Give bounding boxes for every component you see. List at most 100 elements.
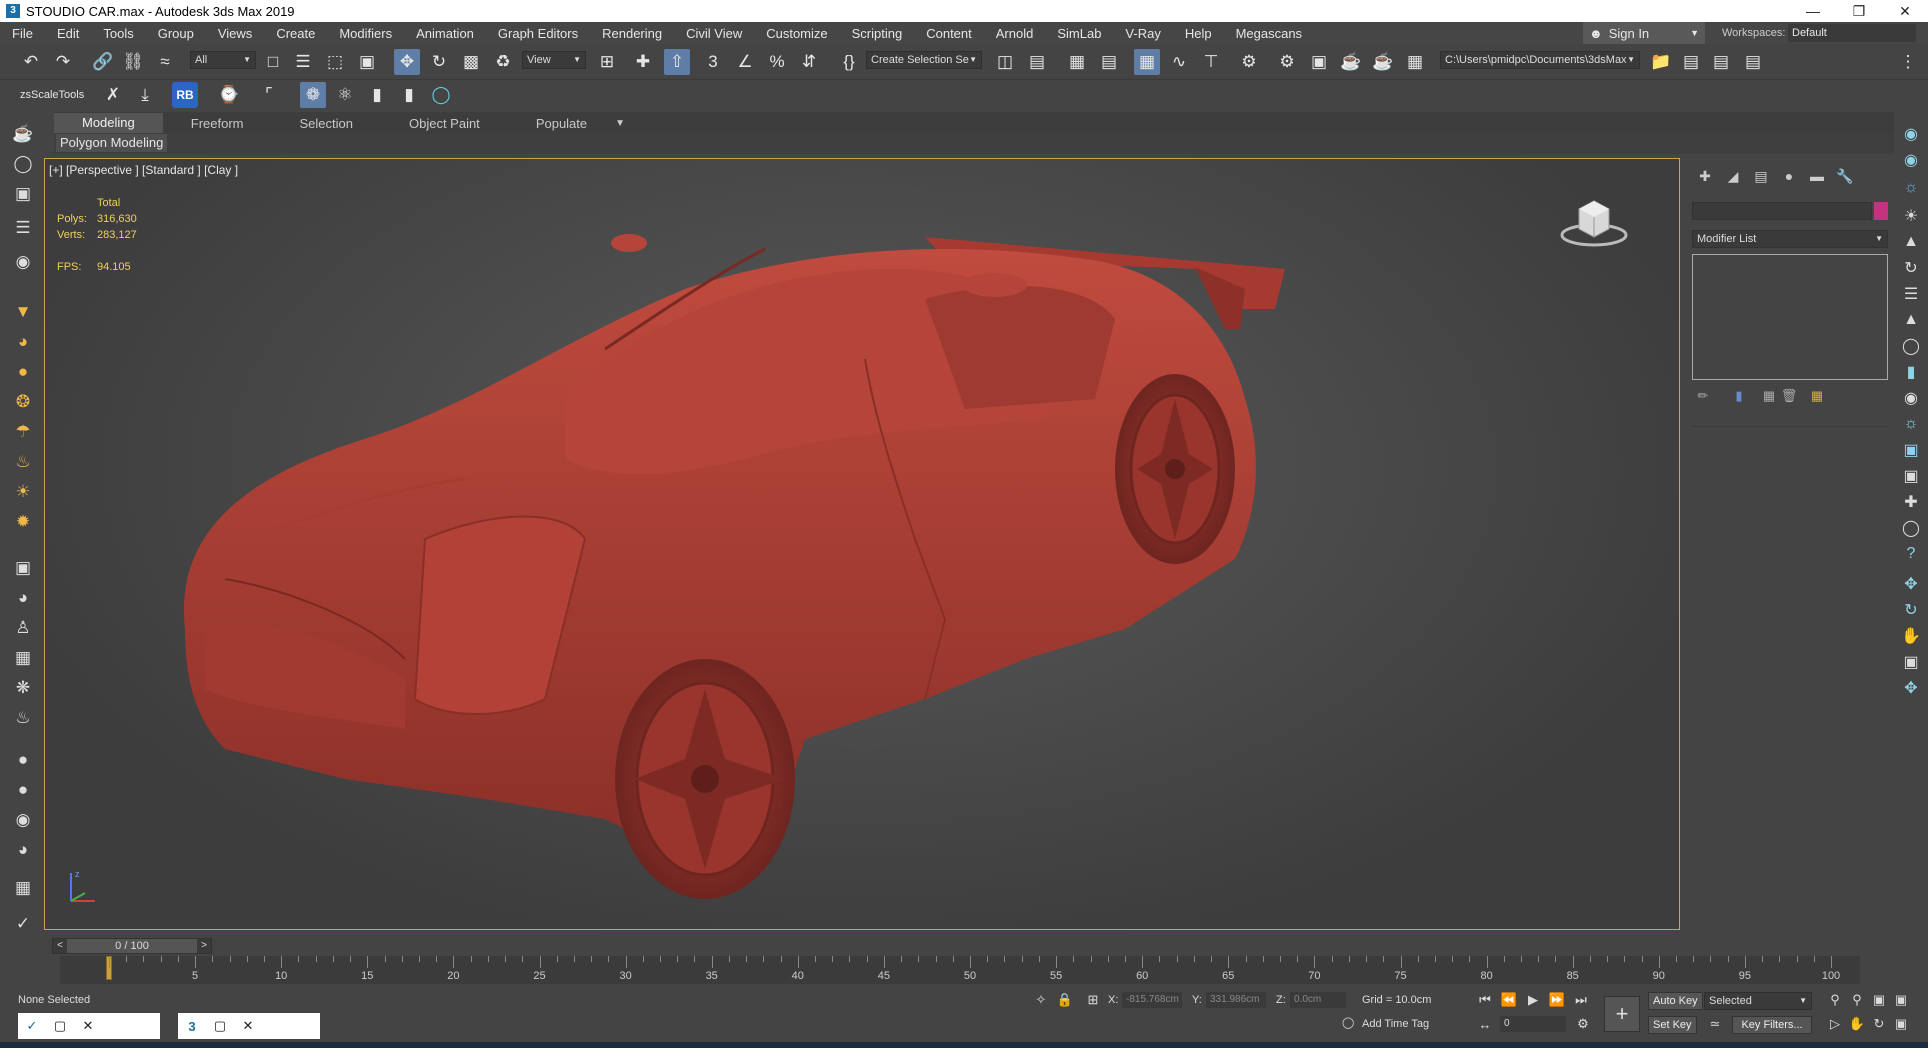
y-coordinate-field[interactable]: 331.986cm <box>1206 992 1266 1008</box>
create-tab-icon[interactable]: ✚ <box>1692 164 1718 188</box>
nav-orbit-icon[interactable]: ↻ <box>1899 598 1923 622</box>
time-tag-icon[interactable]: ◯ <box>1342 1016 1354 1029</box>
fire-icon[interactable]: ▲ <box>1899 308 1923 332</box>
modify-tab-icon[interactable]: ◢ <box>1720 164 1746 188</box>
zoom-all-icon[interactable]: ⚲ <box>1846 990 1868 1010</box>
select-object-icon[interactable]: □ <box>260 49 286 75</box>
map-icon[interactable]: ▦ <box>11 876 35 900</box>
paint-icon[interactable]: ◉ <box>1899 386 1923 410</box>
menu-help[interactable]: Help <box>1173 26 1224 41</box>
nav-pan-icon[interactable]: ✋ <box>1899 624 1923 648</box>
vray-plane-icon[interactable]: ▮ <box>396 82 422 108</box>
tab-freeform[interactable]: Freeform <box>163 116 272 131</box>
flame-icon[interactable]: ♨ <box>11 706 35 730</box>
next-frame-icon[interactable]: ⏩ <box>1546 990 1568 1010</box>
vray-cam-icon[interactable]: ◉ <box>1899 122 1923 146</box>
zoom-icon[interactable]: ⚲ <box>1824 990 1846 1010</box>
zoom-extents-all-icon[interactable]: ▣ <box>1890 990 1912 1010</box>
vray-logo-icon[interactable]: ✓ <box>11 912 35 936</box>
perspective-viewport[interactable]: [+] [Perspective ] [Standard ] [Clay ] T… <box>44 158 1680 930</box>
light-bulb-icon[interactable]: ☼ <box>1899 412 1923 436</box>
menu-civil-view[interactable]: Civil View <box>674 26 754 41</box>
fur-icon[interactable]: ❋ <box>11 676 35 700</box>
nav-walk-icon[interactable]: ✥ <box>1899 676 1923 700</box>
edit-named-selections-icon[interactable]: {} <box>836 49 862 75</box>
close-window-icon[interactable]: ✕ <box>74 1018 102 1034</box>
menu-create[interactable]: Create <box>264 26 327 41</box>
auto-key-button[interactable]: Auto Key <box>1648 992 1703 1010</box>
unlink-icon[interactable]: ⛓ <box>120 49 146 75</box>
camera-icon[interactable]: ◉ <box>11 250 35 274</box>
viewport-layout-2-icon[interactable]: ▤ <box>1708 49 1734 75</box>
restore-window-icon[interactable]: ▢ <box>206 1018 234 1034</box>
render-production-icon[interactable]: ☕ <box>1338 49 1364 75</box>
cone-icon[interactable]: ▲ <box>1899 230 1923 254</box>
make-unique-icon[interactable]: ▦ <box>1760 388 1778 406</box>
sign-in-button[interactable]: ☻ Sign In ▼ <box>1583 22 1705 44</box>
render-iterative-icon[interactable]: ☕ <box>1370 49 1396 75</box>
app-icon[interactable]: 3 <box>6 4 20 18</box>
car-model[interactable] <box>45 159 1680 930</box>
menu-modifiers[interactable]: Modifiers <box>327 26 404 41</box>
menu-scripting[interactable]: Scripting <box>840 26 915 41</box>
vray-proxy-icon[interactable]: ▮ <box>364 82 390 108</box>
go-to-start-icon[interactable]: ⏮ <box>1474 990 1496 1010</box>
menu-tools[interactable]: Tools <box>91 26 145 41</box>
polygon-modeling-panel[interactable]: Polygon Modeling <box>56 134 168 152</box>
project-path-dropdown[interactable]: C:\Users\pmidpc\Documents\3dsMax ▼ <box>1440 51 1640 69</box>
nav-frame-icon[interactable]: ▣ <box>1899 650 1923 674</box>
configure-sets-icon[interactable]: ▦ <box>1808 388 1826 406</box>
isolate-icon[interactable]: ✧ <box>1030 990 1052 1010</box>
sun-icon-right[interactable]: ☀ <box>1899 204 1923 228</box>
menu-simlab[interactable]: SimLab <box>1045 26 1113 41</box>
modifier-stack[interactable] <box>1692 254 1888 380</box>
tab-object-paint[interactable]: Object Paint <box>381 116 508 131</box>
select-rotate-icon[interactable]: ↻ <box>426 49 452 75</box>
menu-group[interactable]: Group <box>146 26 206 41</box>
lamp-icon[interactable]: ☂ <box>11 420 35 444</box>
tab-populate[interactable]: Populate <box>508 116 615 131</box>
object-name-field[interactable] <box>1692 202 1872 220</box>
close-window-icon[interactable]: ✕ <box>234 1018 262 1034</box>
schematic-view-icon[interactable]: ⊤ <box>1198 49 1224 75</box>
select-scale-icon[interactable]: ▩ <box>458 49 484 75</box>
dome-icon[interactable]: ◕ <box>11 330 35 354</box>
minimized-window-1[interactable]: ✓ ▢ ✕ <box>18 1013 160 1039</box>
box-icon[interactable]: ▣ <box>11 182 35 206</box>
menu-vray[interactable]: V-Ray <box>1113 26 1172 41</box>
object-color-swatch[interactable] <box>1874 202 1888 220</box>
next-frame-arrow-icon[interactable]: > <box>197 939 211 953</box>
menu-arnold[interactable]: Arnold <box>984 26 1046 41</box>
list-icon[interactable]: ☰ <box>11 216 35 240</box>
figure-icon[interactable]: ♙ <box>11 616 35 640</box>
corner-icon[interactable]: ⌜ <box>256 82 282 108</box>
absolute-mode-icon[interactable]: ⊞ <box>1082 990 1104 1010</box>
sun-icon[interactable]: ☀ <box>11 480 35 504</box>
teapot-icon[interactable]: ☕ <box>11 122 35 146</box>
go-to-end-icon[interactable]: ⏭ <box>1570 990 1592 1010</box>
angle-snap-icon[interactable]: ∠ <box>732 49 758 75</box>
link-icon[interactable]: 🔗 <box>90 49 116 75</box>
scatter-icon[interactable]: ▦ <box>11 646 35 670</box>
render-setup-icon[interactable]: ⚙ <box>1274 49 1300 75</box>
sphere-light-icon[interactable]: ● <box>11 360 35 384</box>
menu-views[interactable]: Views <box>206 26 264 41</box>
sky-icon[interactable]: ✹ <box>11 510 35 534</box>
current-frame-field[interactable]: 0 <box>1500 1016 1566 1032</box>
menu-rendering[interactable]: Rendering <box>590 26 674 41</box>
menu-content[interactable]: Content <box>914 26 984 41</box>
material-editor-icon[interactable]: ⚙ <box>1236 49 1262 75</box>
rendered-frame-window-icon[interactable]: ▣ <box>1306 49 1332 75</box>
bug-icon[interactable]: ◉ <box>11 808 35 832</box>
close-button[interactable]: ✕ <box>1882 0 1928 22</box>
project-folder-icon[interactable]: 📁 <box>1648 49 1674 75</box>
tab-selection[interactable]: Selection <box>272 116 381 131</box>
set-key-icon[interactable]: + <box>1604 996 1640 1032</box>
restore-window-icon[interactable]: ▢ <box>46 1018 74 1034</box>
align-icon[interactable]: ▤ <box>1024 49 1050 75</box>
restore-button[interactable]: ❐ <box>1836 0 1882 22</box>
help-icon[interactable]: ? <box>1899 542 1923 566</box>
material-ball-icon[interactable]: ● <box>11 748 35 772</box>
remove-modifier-icon[interactable]: 🗑 <box>1780 388 1798 406</box>
z-coordinate-field[interactable]: 0.0cm <box>1290 992 1346 1008</box>
